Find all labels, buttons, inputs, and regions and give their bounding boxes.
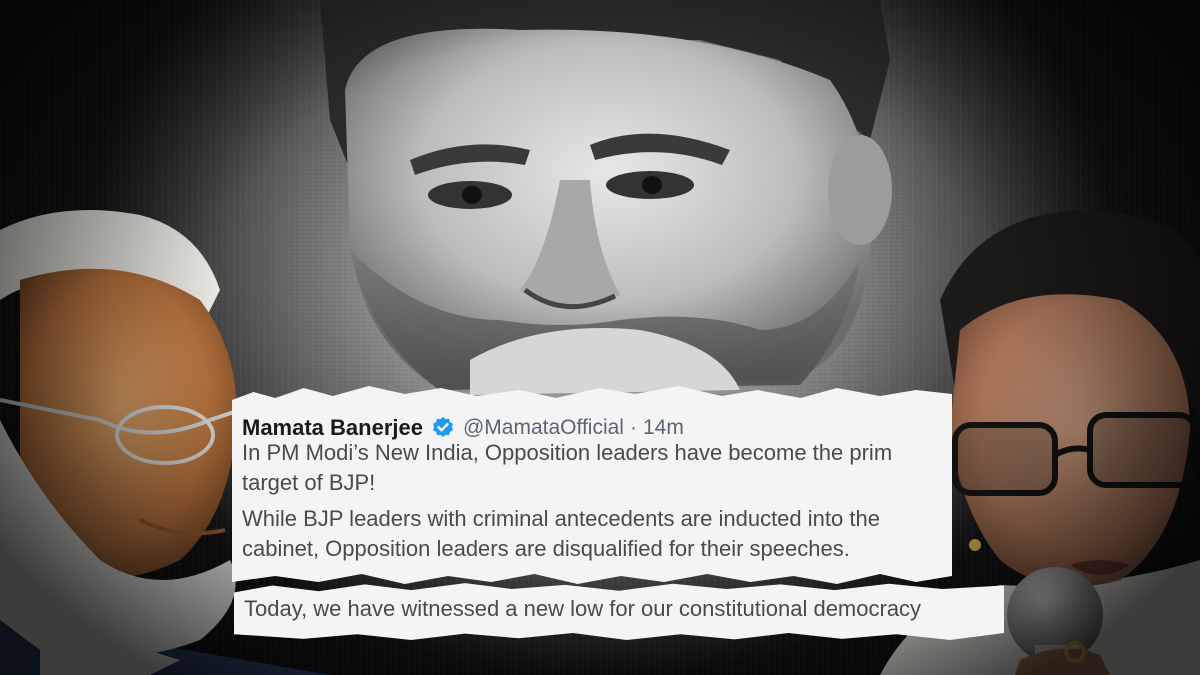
tweet-line-5: Today, we have witnessed a new low for o… — [244, 596, 922, 621]
collage-image: Mamata Banerjee @MamataOfficial · 14m In… — [0, 0, 1200, 675]
tweet-body-second: Today, we have witnessed a new low for o… — [0, 0, 998, 675]
